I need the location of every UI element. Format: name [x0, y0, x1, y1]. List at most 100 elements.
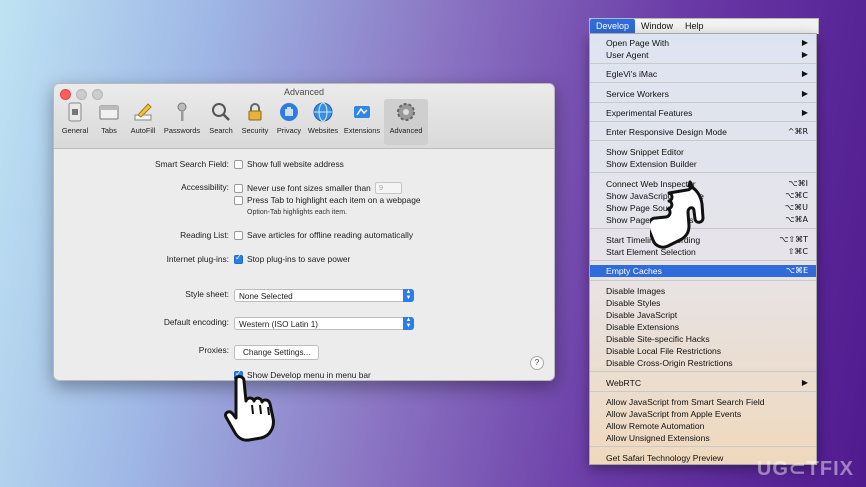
menu-item-disable-cross-origin[interactable]: Disable Cross-Origin Restrictions	[590, 357, 816, 369]
row-label: Reading List:	[180, 230, 229, 240]
font-size-select[interactable]: 9	[374, 182, 402, 194]
submenu-arrow-icon: ▶	[801, 38, 808, 47]
menu-window[interactable]: Window	[635, 19, 679, 34]
menu-item-label: WebRTC	[606, 378, 642, 388]
menu-item-extension-builder[interactable]: Show Extension Builder	[590, 158, 816, 170]
menu-item-label: Enter Responsive Design Mode	[606, 127, 727, 137]
menu-item-label: Show Snippet Editor	[606, 147, 684, 157]
menu-item-allow-js-smart-search[interactable]: Allow JavaScript from Smart Search Field	[590, 396, 816, 408]
gear-icon	[397, 103, 415, 121]
magnifier-icon	[212, 103, 230, 121]
menu-item-responsive-design[interactable]: Enter Responsive Design Mode ^⌘R	[590, 126, 816, 138]
menu-separator	[590, 260, 816, 261]
menu-item-snippet-editor[interactable]: Show Snippet Editor	[590, 146, 816, 158]
encoding-select[interactable]: Western (ISO Latin 1) ▲ ▼	[234, 317, 414, 330]
checkbox[interactable]	[234, 230, 243, 240]
select-value: Western (ISO Latin 1)	[239, 320, 319, 329]
menu-item-disable-local-file[interactable]: Disable Local File Restrictions	[590, 345, 816, 357]
menu-item-label: Empty Caches	[606, 266, 662, 276]
advanced-pane: Smart Search Field: Show full website ad…	[54, 149, 554, 380]
menu-item-allow-js-apple-events[interactable]: Allow JavaScript from Apple Events	[590, 408, 816, 420]
menu-separator	[590, 371, 816, 372]
shortcut: ⌥⌘C	[785, 191, 808, 200]
tab-security[interactable]: Security	[238, 99, 272, 145]
row-label: Smart Search Field:	[154, 159, 229, 169]
change-settings-button[interactable]: Change Settings...	[234, 345, 320, 360]
checkbox[interactable]	[234, 159, 243, 169]
submenu-arrow-icon: ▶	[801, 89, 808, 98]
menu-item-label: Disable Styles	[606, 298, 661, 308]
privacy-hand-icon	[280, 103, 298, 121]
menu-item-open-page-with[interactable]: Open Page With ▶	[590, 37, 816, 49]
checkbox-label: Show full website address	[247, 159, 344, 169]
menu-item-label: Experimental Features	[606, 108, 693, 118]
menu-item-allow-unsigned-extensions[interactable]: Allow Unsigned Extensions	[590, 432, 816, 444]
preferences-toolbar: General Tabs AutoFill Passwords Search S…	[58, 99, 428, 145]
tab-label: Privacy	[276, 126, 302, 135]
menu-help[interactable]: Help	[679, 19, 710, 34]
tab-websites[interactable]: Websites	[306, 99, 340, 145]
menu-item-allow-remote-automation[interactable]: Allow Remote Automation	[590, 420, 816, 432]
menu-item-disable-images[interactable]: Disable Images	[590, 285, 816, 297]
shortcut: ⌥⌘E	[785, 266, 808, 275]
menu-separator	[590, 121, 816, 122]
menu-item-disable-hacks[interactable]: Disable Site-specific Hacks	[590, 333, 816, 345]
globe-icon	[313, 102, 333, 122]
checkbox-checked[interactable]	[234, 253, 243, 264]
menu-item-service-workers[interactable]: Service Workers ▶	[590, 88, 816, 100]
menu-item-label: Disable Cross-Origin Restrictions	[606, 358, 733, 368]
help-button[interactable]: ?	[530, 356, 544, 370]
tab-search[interactable]: Search	[204, 99, 238, 145]
puzzle-icon	[354, 106, 370, 118]
menu-develop[interactable]: Develop	[590, 19, 636, 34]
checkbox-label: Stop plug-ins to save power	[247, 254, 351, 264]
submenu-arrow-icon: ▶	[801, 108, 808, 117]
menu-separator	[590, 446, 816, 447]
row-label: Proxies:	[198, 345, 229, 355]
watermark-logo: UG⊂TFIX	[756, 458, 854, 480]
shortcut: ⌥⌘A	[785, 215, 808, 224]
tab-advanced[interactable]: Advanced	[384, 99, 428, 145]
tabs-icon	[99, 105, 119, 120]
tab-tabs[interactable]: Tabs	[92, 99, 126, 145]
submenu-arrow-icon: ▶	[801, 378, 808, 387]
row-label: Style sheet:	[185, 289, 229, 299]
tab-label: Websites	[307, 126, 339, 135]
menu-bar: Develop Window Help	[589, 18, 819, 34]
style-sheet-select[interactable]: None Selected ▲ ▼	[234, 289, 414, 302]
menu-item-empty-caches[interactable]: Empty Caches ⌥⌘E	[590, 265, 816, 277]
menu-item-disable-javascript[interactable]: Disable JavaScript	[590, 309, 816, 321]
menu-item-imac[interactable]: EgleVi's iMac ▶	[590, 68, 816, 80]
menu-item-label: Allow Unsigned Extensions	[606, 433, 710, 443]
shortcut: ⌥⌘I	[788, 179, 808, 188]
tab-label: Extensions	[343, 126, 381, 135]
menu-item-disable-extensions[interactable]: Disable Extensions	[590, 321, 816, 333]
tab-label: Advanced	[389, 126, 423, 135]
window-title: Advanced	[283, 87, 325, 97]
shortcut: ^⌘R	[787, 127, 808, 136]
tab-general[interactable]: General	[58, 99, 92, 145]
menu-item-label: Allow JavaScript from Smart Search Field	[606, 397, 765, 407]
menu-item-webrtc[interactable]: WebRTC ▶	[590, 377, 816, 389]
menu-item-disable-styles[interactable]: Disable Styles	[590, 297, 816, 309]
window-titlebar: Advanced General Tabs AutoFill Passwords…	[54, 84, 554, 149]
menu-item-label: Get Safari Technology Preview	[606, 453, 724, 463]
checkbox[interactable]	[234, 183, 243, 193]
tab-extensions[interactable]: Extensions	[340, 99, 384, 145]
menu-separator	[590, 172, 816, 173]
menu-item-experimental-features[interactable]: Experimental Features ▶	[590, 107, 816, 119]
menu-item-user-agent[interactable]: User Agent ▶	[590, 49, 816, 61]
tab-privacy[interactable]: Privacy	[272, 99, 306, 145]
menu-item-label: Show Extension Builder	[606, 159, 697, 169]
checkbox[interactable]	[234, 195, 243, 205]
select-value: None Selected	[239, 292, 293, 301]
key-icon	[177, 102, 187, 121]
tab-passwords[interactable]: Passwords	[160, 99, 204, 145]
tab-autofill[interactable]: AutoFill	[126, 99, 160, 145]
menu-separator	[590, 280, 816, 281]
tab-label: Passwords	[163, 126, 201, 135]
updown-icon: ▲ ▼	[403, 289, 414, 302]
autofill-pencil-icon	[134, 103, 152, 121]
tab-label: AutoFill	[130, 126, 156, 135]
menu-item-label: Disable Images	[606, 286, 666, 296]
